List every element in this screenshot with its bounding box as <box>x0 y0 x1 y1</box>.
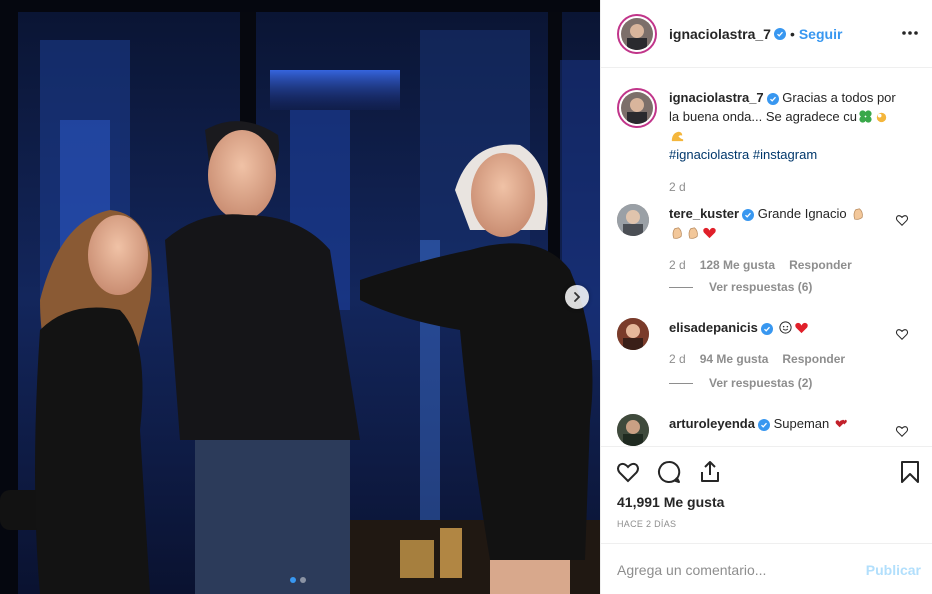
post-side-panel: ignaciolastra_7 • Seguir ignaciolastra_7… <box>600 0 932 594</box>
view-replies-label: Ver respuestas (6) <box>709 280 813 294</box>
likes-count[interactable]: 41,991 Me gusta <box>617 494 724 510</box>
clapping-hands-icon <box>672 227 682 239</box>
caption-avatar[interactable] <box>617 88 657 128</box>
comment-meta: 2 d 128 Me gusta Responder <box>669 258 866 272</box>
bookmark-icon[interactable] <box>897 459 923 485</box>
verified-icon <box>766 93 779 105</box>
add-comment-form: Publicar <box>601 543 932 594</box>
verified-icon <box>742 209 755 221</box>
author-avatar[interactable] <box>617 13 657 54</box>
clapping-hands-icon <box>853 208 864 220</box>
smiling-face-icon <box>778 321 792 334</box>
next-photo-button[interactable] <box>565 285 589 309</box>
more-horizontal-icon[interactable] <box>901 24 919 42</box>
like-comment-heart-icon[interactable] <box>895 424 909 438</box>
post-caption: ignaciolastra_7 Gracias a todos por la b… <box>617 88 917 164</box>
post-header: ignaciolastra_7 • Seguir <box>601 0 932 68</box>
red-heart-icon <box>703 227 716 239</box>
comment-timestamp: 2 d <box>669 258 686 272</box>
post-photo[interactable] <box>0 0 600 594</box>
publish-button[interactable]: Publicar <box>866 562 921 578</box>
chevron-right-icon <box>574 292 581 302</box>
view-replies-label: Ver respuestas (2) <box>709 376 813 390</box>
follow-button[interactable]: Seguir <box>799 26 843 42</box>
carousel-dot-active <box>290 577 296 583</box>
share-icon[interactable] <box>697 459 723 485</box>
hashtag-link[interactable]: #ignaciolastra <box>669 147 749 162</box>
commenter-username[interactable]: arturoleyenda <box>669 416 755 431</box>
reply-button[interactable]: Responder <box>789 258 852 272</box>
commenter-avatar[interactable] <box>617 414 649 446</box>
revolving-hearts-icon <box>835 419 847 428</box>
carousel-dot <box>300 577 306 583</box>
header-separator: • <box>789 25 795 42</box>
author-username[interactable]: ignaciolastra_7 <box>669 26 771 42</box>
view-replies-button[interactable]: Ver respuestas (6) <box>669 280 812 294</box>
hashtag-link[interactable]: #instagram <box>753 147 817 162</box>
comment-timestamp: 2 d <box>669 352 686 366</box>
like-comment-heart-icon[interactable] <box>895 327 909 341</box>
commenter-username[interactable]: tere_kuster <box>669 206 739 221</box>
comment-likes[interactable]: 94 Me gusta <box>700 352 769 366</box>
comment-item: arturoleyenda Supeman <box>617 414 917 446</box>
commenter-username[interactable]: elisadepanicis <box>669 320 758 335</box>
like-comment-heart-icon[interactable] <box>895 213 909 227</box>
comment-meta: 2 d 94 Me gusta Responder <box>669 352 859 366</box>
flexed-biceps-icon <box>671 131 684 142</box>
four-leaf-clover-icon <box>859 110 872 123</box>
like-heart-icon[interactable] <box>615 459 641 485</box>
comment-text: Grande Ignacio <box>757 206 847 221</box>
comment-bubble-icon[interactable] <box>656 459 682 485</box>
caption-username[interactable]: ignaciolastra_7 <box>669 90 764 105</box>
photo-image <box>0 0 600 594</box>
view-replies-button[interactable]: Ver respuestas (2) <box>669 376 812 390</box>
carousel-indicator <box>290 577 306 583</box>
verified-icon <box>760 323 773 335</box>
comment-likes[interactable]: 128 Me gusta <box>700 258 775 272</box>
comment-item: tere_kuster Grande Ignacio 2 d 128 Me gus… <box>617 204 917 294</box>
comments-list[interactable]: ignaciolastra_7 Gracias a todos por la b… <box>601 68 932 446</box>
red-heart-icon <box>794 322 808 334</box>
reply-button[interactable]: Responder <box>782 352 845 366</box>
comment-text: Supeman <box>773 416 830 431</box>
comment-item: elisadepanicis 2 d 94 Me gusta Responder V… <box>617 318 917 408</box>
commenter-avatar[interactable] <box>617 318 649 350</box>
comment-input[interactable] <box>617 561 857 578</box>
post-actions: 41,991 Me gusta HACE 2 DÍAS Publicar <box>601 446 932 594</box>
caption-timestamp: 2 d <box>669 180 686 194</box>
commenter-avatar[interactable] <box>617 204 649 236</box>
verified-icon <box>773 27 786 40</box>
ok-hand-icon <box>876 112 887 123</box>
post-timestamp[interactable]: HACE 2 DÍAS <box>617 519 676 529</box>
verified-icon <box>757 419 770 431</box>
instagram-post-viewer: ignaciolastra_7 • Seguir ignaciolastra_7… <box>0 0 932 594</box>
clapping-hands-icon <box>688 227 698 239</box>
